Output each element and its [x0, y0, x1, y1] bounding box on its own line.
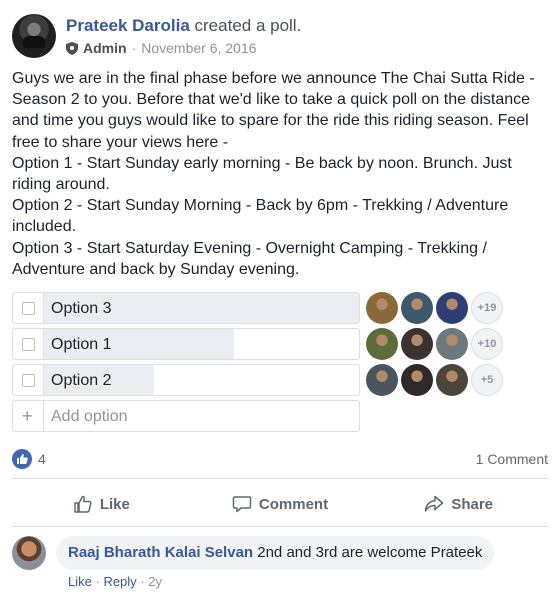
post-text-line: free to share your views here -: [12, 133, 229, 151]
poll-option-label: Option 3: [51, 300, 112, 317]
post-date[interactable]: November 6, 2016: [141, 40, 256, 56]
poll-checkbox[interactable]: [22, 302, 35, 315]
admin-badge: Admin: [83, 40, 127, 56]
voter-avatar[interactable]: [366, 328, 398, 360]
comment-actions: Like · Reply · 2y: [68, 574, 162, 589]
like-label: Like: [99, 495, 130, 513]
shield-icon: [66, 41, 78, 55]
poll-checkbox[interactable]: [22, 338, 35, 351]
divider: [12, 478, 548, 479]
more-voters-badge[interactable]: +10: [471, 328, 503, 360]
comment-age[interactable]: 2y: [148, 574, 162, 589]
post-text-line: riding around.: [12, 176, 110, 194]
poll: Option 3 +19 Option 1 +10 Option 2 +5 + Add opt…: [12, 292, 552, 436]
share-icon: [425, 495, 444, 512]
voter-avatar[interactable]: [436, 328, 468, 360]
post-text-line: and time you guys would like to spare fo…: [12, 112, 529, 130]
add-option-placeholder: Add option: [51, 408, 128, 425]
add-option-row: + Add option: [12, 400, 552, 432]
post-text-line: Adventure and back by Sunday evening.: [12, 260, 300, 278]
poll-option-box[interactable]: Option 2: [12, 364, 360, 396]
voter-avatar[interactable]: [366, 292, 398, 324]
comment-button[interactable]: Comment: [191, 484, 370, 524]
share-label: Share: [451, 495, 494, 513]
like-button[interactable]: Like: [12, 484, 191, 524]
poll-option: Option 2 +5: [12, 364, 552, 396]
poll-option-separator: [43, 329, 44, 359]
post-text-line: included.: [12, 218, 77, 236]
commenter-name[interactable]: Raaj Bharath Kalai Selvan: [68, 544, 253, 561]
comment-like-link[interactable]: Like: [68, 574, 92, 589]
poll-option-box[interactable]: Option 3: [12, 292, 360, 324]
post-actions: Like Comment Share: [12, 484, 548, 524]
post-text-line: Option 1 - Start Sunday early morning - …: [12, 154, 512, 172]
share-button[interactable]: Share: [369, 484, 548, 524]
like-reaction-icon[interactable]: [12, 449, 32, 469]
poll-checkbox[interactable]: [22, 374, 35, 387]
poll-option: Option 3 +19: [12, 292, 552, 324]
post-text-line: Guys we are in the final phase before we…: [12, 70, 535, 87]
meta-separator: ·: [131, 40, 137, 56]
more-voters-badge[interactable]: +19: [471, 292, 503, 324]
poll-option-label: Option 2: [51, 372, 112, 389]
author-avatar[interactable]: [12, 14, 56, 58]
post-text-line: Option 3 - Start Saturday Evening - Over…: [12, 239, 487, 257]
plus-icon: +: [22, 406, 33, 426]
comment-reply-link[interactable]: Reply: [103, 574, 136, 589]
voter-avatar[interactable]: [401, 328, 433, 360]
voter-avatar[interactable]: [366, 364, 398, 396]
post-action-text: created a poll.: [189, 16, 302, 35]
poll-option-separator: [43, 401, 44, 431]
author-name[interactable]: Prateek Darolia: [66, 16, 190, 35]
comment-text: 2nd and 3rd are welcome Prateek: [253, 544, 483, 561]
post-meta: Admin · November 6, 2016: [66, 40, 256, 56]
poll-voters: +5: [366, 364, 503, 396]
post-stats: 4 1 Comment: [12, 448, 548, 470]
thumbs-up-icon: [74, 495, 92, 513]
post-text-line: Season 2 to you. Before that we'd like t…: [12, 91, 531, 109]
divider: [12, 526, 548, 527]
poll-option-separator: [43, 293, 44, 323]
post-header: Prateek Darolia created a poll. Admin · …: [12, 12, 552, 62]
post-body: Guys we are in the final phase before we…: [12, 68, 548, 280]
comment-bubble: Raaj Bharath Kalai Selvan 2nd and 3rd ar…: [56, 536, 495, 570]
voter-avatar[interactable]: [401, 292, 433, 324]
poll-voters: +10: [366, 328, 503, 360]
poll-voters: +19: [366, 292, 503, 324]
voter-avatar[interactable]: [436, 292, 468, 324]
poll-option: Option 1 +10: [12, 328, 552, 360]
commenter-avatar[interactable]: [12, 536, 46, 570]
poll-option-separator: [43, 365, 44, 395]
author-line: Prateek Darolia created a poll.: [66, 16, 301, 36]
more-voters-badge[interactable]: +5: [471, 364, 503, 396]
comment-count[interactable]: 1 Comment: [476, 451, 548, 467]
add-option-input[interactable]: + Add option: [12, 400, 360, 432]
like-count[interactable]: 4: [38, 451, 46, 467]
comment-icon: [232, 496, 252, 513]
comment: Raaj Bharath Kalai Selvan 2nd and 3rd ar…: [12, 536, 548, 592]
voter-avatar[interactable]: [401, 364, 433, 396]
poll-option-label: Option 1: [51, 336, 112, 353]
post-text-line: Option 2 - Start Sunday Morning - Back b…: [12, 197, 509, 215]
voter-avatar[interactable]: [436, 364, 468, 396]
poll-option-box[interactable]: Option 1: [12, 328, 360, 360]
comment-label: Comment: [258, 495, 329, 513]
